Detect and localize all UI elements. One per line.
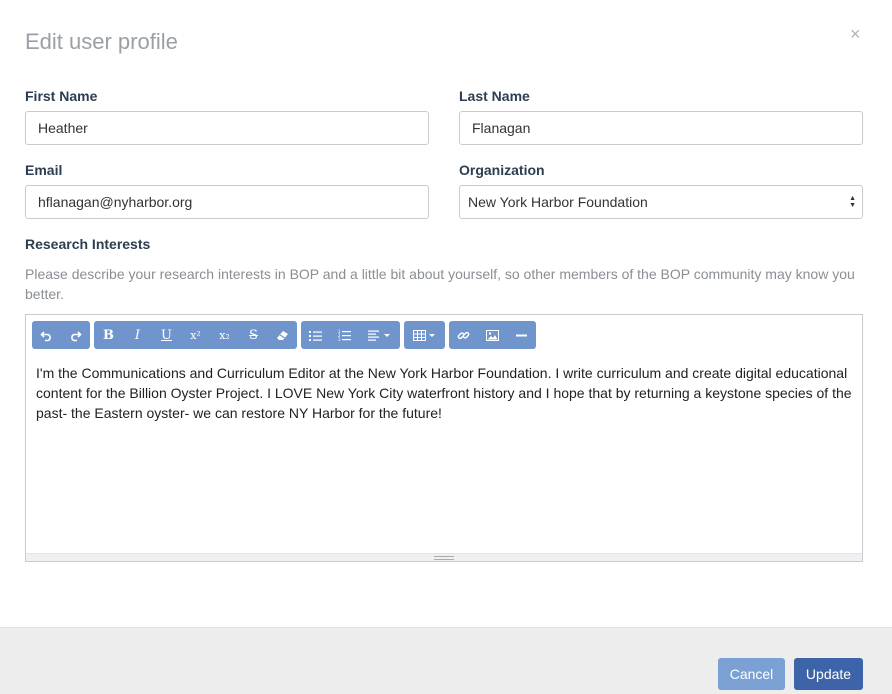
organization-select[interactable]: New York Harbor Foundation ▲ ▼: [459, 185, 863, 219]
italic-icon[interactable]: I: [123, 321, 152, 349]
update-button[interactable]: Update: [794, 658, 863, 690]
rich-text-editor: B I U x² x₂ S 123 I'm the Communications…: [25, 314, 863, 562]
first-name-field[interactable]: [25, 111, 429, 145]
superscript-icon[interactable]: x²: [181, 321, 210, 349]
first-name-label: First Name: [25, 88, 98, 104]
bold-icon[interactable]: B: [94, 321, 123, 349]
cancel-button[interactable]: Cancel: [718, 658, 785, 690]
editor-resize-handle[interactable]: [26, 553, 862, 561]
align-dropdown-icon[interactable]: [359, 321, 400, 349]
editor-toolbar: B I U x² x₂ S 123: [32, 321, 536, 349]
close-icon[interactable]: ×: [850, 25, 861, 43]
eraser-icon[interactable]: [268, 321, 297, 349]
modal-title: Edit user profile: [25, 29, 178, 54]
modal-footer: Cancel Update: [0, 627, 892, 694]
subscript-icon[interactable]: x₂: [210, 321, 239, 349]
table-dropdown-icon[interactable]: [404, 321, 445, 349]
research-interests-help: Please describe your research interests …: [25, 266, 855, 302]
table-group: [404, 321, 445, 349]
research-interests-label: Research Interests: [25, 236, 151, 252]
research-interests-content[interactable]: I'm the Communications and Curriculum Ed…: [36, 363, 856, 423]
horizontal-rule-icon[interactable]: [507, 321, 536, 349]
format-group: B I U x² x₂ S: [94, 321, 297, 349]
organization-label: Organization: [459, 162, 545, 178]
email-field[interactable]: [25, 185, 429, 219]
select-arrows-icon: ▲ ▼: [849, 195, 856, 209]
insert-group: [449, 321, 536, 349]
grip-icon: [434, 555, 454, 560]
history-group: [32, 321, 90, 349]
last-name-label: Last Name: [459, 88, 530, 104]
email-label: Email: [25, 162, 63, 178]
redo-icon[interactable]: [61, 321, 90, 349]
undo-icon[interactable]: [32, 321, 61, 349]
bullet-list-icon[interactable]: [301, 321, 330, 349]
svg-text:3: 3: [338, 337, 341, 341]
strikethrough-icon[interactable]: S: [239, 321, 268, 349]
link-icon[interactable]: [449, 321, 478, 349]
image-icon[interactable]: [478, 321, 507, 349]
paragraph-group: 123: [301, 321, 400, 349]
last-name-field[interactable]: [459, 111, 863, 145]
organization-selected-value: New York Harbor Foundation: [468, 194, 648, 210]
numbered-list-icon[interactable]: 123: [330, 321, 359, 349]
underline-icon[interactable]: U: [152, 321, 181, 349]
